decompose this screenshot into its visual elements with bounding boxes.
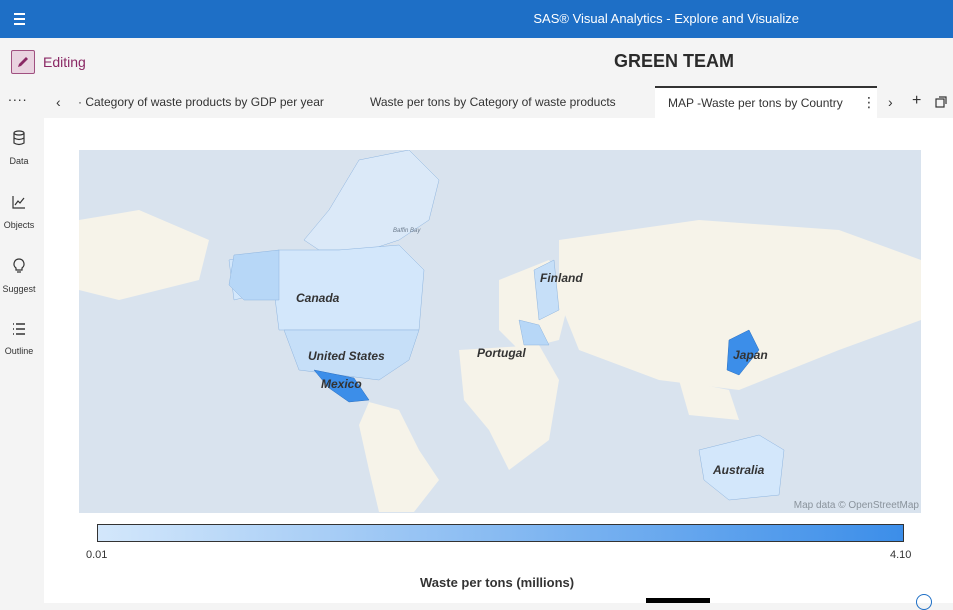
land-south-america xyxy=(359,402,439,512)
land-russia-east xyxy=(79,210,209,300)
outline-icon xyxy=(13,323,25,335)
black-bar xyxy=(646,598,710,603)
database-icon xyxy=(13,130,25,146)
legend-min-value: 0.01 xyxy=(86,549,108,561)
nav-item-outline[interactable]: Outline xyxy=(0,322,38,356)
info-icon[interactable] xyxy=(916,594,932,610)
map-label-mexico: Mexico xyxy=(321,377,362,391)
pencil-icon xyxy=(18,57,28,67)
nav-item-label: Data xyxy=(9,156,29,166)
tabs-prev-icon[interactable]: ‹ xyxy=(56,94,61,110)
map-geography xyxy=(79,150,921,512)
map-label-japan: Japan xyxy=(733,348,768,362)
map-attribution: Map data © OpenStreetMap xyxy=(793,500,919,511)
tab-category-by-gdp[interactable]: · Category of waste products by GDP per … xyxy=(78,86,378,118)
legend-max-value: 4.10 xyxy=(890,549,912,561)
left-nav: .... Data Objects Suggest Outline xyxy=(0,86,38,603)
tab-waste-by-category[interactable]: Waste per tons by Category of waste prod… xyxy=(370,86,660,118)
land-africa xyxy=(459,345,559,470)
color-legend-bar xyxy=(97,524,904,542)
hamburger-menu-icon[interactable] xyxy=(12,11,34,27)
nav-item-data[interactable]: Data xyxy=(0,130,38,166)
geo-map[interactable]: Canada United States Mexico Portugal Fin… xyxy=(79,150,921,513)
chart-icon xyxy=(12,196,25,209)
map-label-finland: Finland xyxy=(540,271,583,285)
page-list-icon[interactable] xyxy=(935,96,948,108)
map-label-baffin-bay: Baffin Bay xyxy=(393,228,421,234)
add-page-icon[interactable]: + xyxy=(912,92,921,110)
nav-item-suggest[interactable]: Suggest xyxy=(0,258,38,294)
nav-item-objects[interactable]: Objects xyxy=(0,194,38,230)
tab-menu-icon[interactable]: ⋮ xyxy=(862,94,876,111)
map-label-australia: Australia xyxy=(713,463,765,477)
land-alaska xyxy=(228,249,280,301)
tab-map-waste-by-country[interactable]: MAP -Waste per tons by Country xyxy=(655,86,877,118)
map-label-canada: Canada xyxy=(296,291,340,305)
nav-item-label: Objects xyxy=(3,220,35,230)
report-title: GREEN TEAM xyxy=(614,51,735,71)
nav-item-label: Outline xyxy=(4,346,34,356)
map-label-united-states: United States xyxy=(308,349,385,363)
app-header: SAS® Visual Analytics - Explore and Visu… xyxy=(0,0,953,38)
tabs-next-icon[interactable]: › xyxy=(888,94,893,110)
app-title: SAS® Visual Analytics - Explore and Visu… xyxy=(533,11,799,26)
legend-title: Waste per tons (millions) xyxy=(420,575,575,590)
edit-toolbar: Editing GREEN TEAM xyxy=(0,38,953,86)
lightbulb-icon xyxy=(13,258,25,273)
edit-mode-button[interactable] xyxy=(11,50,35,74)
report-tabs: ‹ · Category of waste products by GDP pe… xyxy=(44,86,953,118)
land-canada-arctic xyxy=(303,150,440,251)
map-label-portugal: Portugal xyxy=(477,346,526,360)
edit-mode-label: Editing xyxy=(43,54,86,70)
nav-item-label: Suggest xyxy=(2,284,36,294)
more-options-icon[interactable]: .... xyxy=(8,88,28,104)
